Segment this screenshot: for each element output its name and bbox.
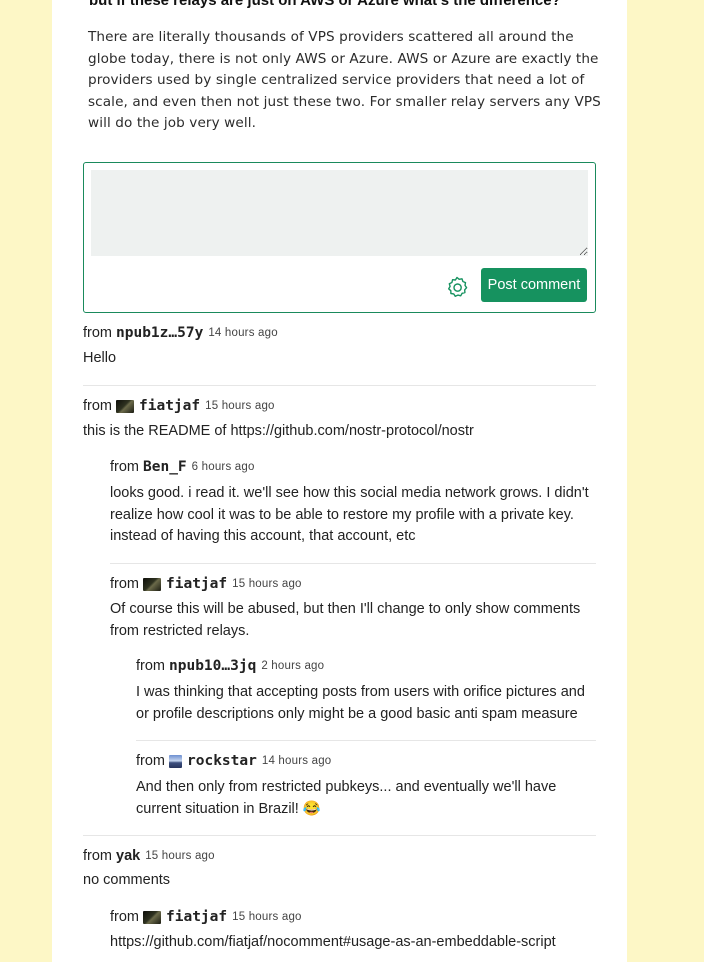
- timestamp[interactable]: 6 hours ago: [192, 461, 255, 473]
- comment-meta: from fiatjaf 15 hours ago: [83, 398, 596, 414]
- author-name[interactable]: rockstar: [187, 753, 257, 769]
- divider: [136, 740, 596, 741]
- comment: from fiatjaf 15 hours ago this is the RE…: [83, 398, 596, 443]
- comment-meta: from fiatjaf 15 hours ago: [110, 909, 596, 925]
- comment-meta: from npub1z…57y 14 hours ago: [83, 325, 596, 341]
- divider: [110, 563, 596, 564]
- author-name[interactable]: fiatjaf: [139, 398, 200, 414]
- comment: from yak 15 hours ago no comments: [83, 848, 596, 892]
- comment-meta: from Ben_F 6 hours ago: [110, 459, 596, 475]
- comment: from fiatjaf 15 hours ago Of course this…: [110, 576, 596, 642]
- from-label: from: [83, 325, 112, 341]
- avatar: [169, 754, 182, 768]
- timestamp[interactable]: 15 hours ago: [205, 400, 275, 412]
- comment: from Ben_F 6 hours ago looks good. i rea…: [110, 459, 596, 548]
- comment: from fiatjaf 15 hours ago https://github…: [110, 909, 596, 954]
- from-label: from: [136, 753, 165, 769]
- comment-meta: from yak 15 hours ago: [83, 848, 596, 864]
- comment-meta: from npub10…3jq 2 hours ago: [136, 658, 596, 674]
- divider: [83, 835, 596, 836]
- article-heading: but if these relays are just on AWS or A…: [89, 0, 561, 9]
- timestamp[interactable]: 14 hours ago: [208, 327, 278, 339]
- comment-text: this is the README of https://github.com…: [83, 423, 474, 439]
- comment-form: Post comment: [83, 162, 596, 313]
- from-label: from: [83, 848, 112, 864]
- avatar: [143, 577, 161, 591]
- comment-text: no comments: [83, 872, 171, 888]
- from-label: from: [110, 909, 139, 925]
- timestamp[interactable]: 15 hours ago: [232, 578, 302, 590]
- page-card: but if these relays are just on AWS or A…: [52, 0, 627, 962]
- comment-text: Hello: [83, 350, 117, 366]
- comment: from npub1z…57y 14 hours ago Hello: [83, 325, 596, 370]
- gear-icon[interactable]: [445, 275, 469, 299]
- comment-meta: from fiatjaf 15 hours ago: [110, 576, 596, 592]
- comment-meta: from rockstar 14 hours ago: [136, 753, 596, 769]
- article-paragraph: There are literally thousands of VPS pro…: [88, 29, 601, 132]
- comment: from npub10…3jq 2 hours ago I was thinki…: [136, 658, 596, 725]
- comment-text: looks good. i read it. we'll see how thi…: [110, 485, 589, 545]
- divider: [83, 385, 596, 386]
- timestamp[interactable]: 2 hours ago: [261, 660, 324, 672]
- from-label: from: [136, 658, 165, 674]
- comment-text: Of course this will be abused, but then …: [110, 601, 581, 639]
- comment-text: I was thinking that accepting posts from…: [136, 684, 585, 722]
- comment: from rockstar 14 hours ago And then only…: [136, 753, 596, 820]
- from-label: from: [110, 459, 139, 475]
- from-label: from: [110, 576, 139, 592]
- author-name[interactable]: npub1z…57y: [116, 325, 203, 341]
- comment-text: And then only from restricted pubkeys...…: [136, 779, 557, 817]
- comment-text: https://github.com/fiatjaf/nocomment#usa…: [110, 934, 556, 950]
- author-name[interactable]: fiatjaf: [166, 576, 227, 592]
- timestamp[interactable]: 15 hours ago: [145, 850, 215, 862]
- author-name[interactable]: npub10…3jq: [169, 658, 256, 674]
- avatar: [116, 399, 134, 413]
- comment-textarea[interactable]: [91, 170, 588, 256]
- author-name[interactable]: fiatjaf: [166, 909, 227, 925]
- from-label: from: [83, 398, 112, 414]
- avatar: [143, 910, 161, 924]
- timestamp[interactable]: 15 hours ago: [232, 911, 302, 923]
- author-name[interactable]: yak: [116, 848, 140, 864]
- author-name[interactable]: Ben_F: [143, 459, 187, 475]
- post-comment-button[interactable]: Post comment: [481, 268, 587, 302]
- timestamp[interactable]: 14 hours ago: [262, 755, 332, 767]
